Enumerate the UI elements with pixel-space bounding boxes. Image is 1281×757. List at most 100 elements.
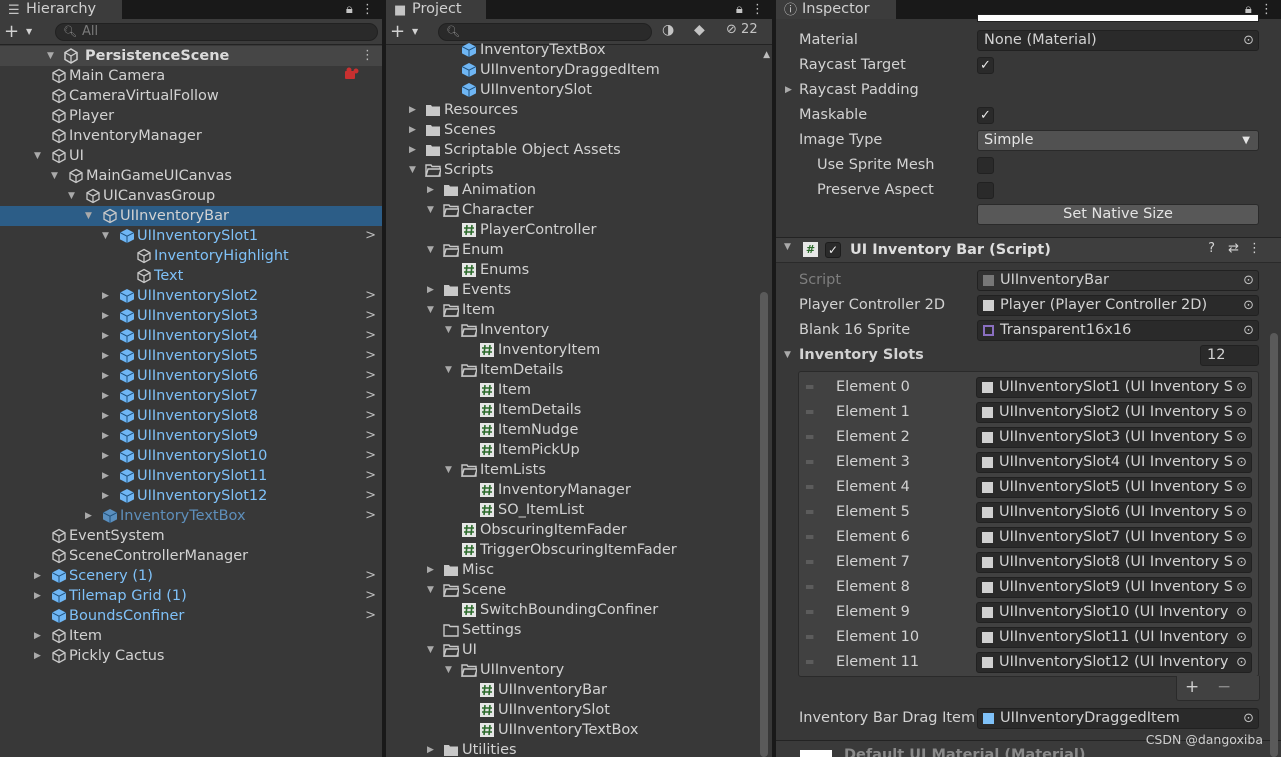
drag-handle-icon[interactable]: ═ — [806, 375, 813, 400]
chevron-right-icon[interactable]: > — [365, 406, 376, 426]
fold-closed-icon[interactable]: ▶ — [102, 406, 109, 426]
hierarchy-item[interactable]: ▶ Scenery (1) > — [0, 566, 382, 586]
project-item[interactable]: ▼ Item — [386, 300, 772, 320]
fold-open-icon[interactable]: ▼ — [427, 300, 434, 320]
maskable-checkbox[interactable]: ✓ — [977, 107, 994, 124]
hidden-packages-button[interactable]: ⊘ 22 — [726, 22, 758, 37]
fold-open-icon[interactable]: ▼ — [409, 160, 416, 180]
element-field[interactable]: UIInventorySlot6 (UI Inventory Sl ⊙ — [976, 502, 1252, 523]
raycast-target-checkbox[interactable]: ✓ — [977, 57, 994, 74]
object-picker-icon[interactable]: ⊙ — [1234, 403, 1247, 422]
project-item[interactable]: InventoryTextBox — [386, 40, 772, 60]
chevron-right-icon[interactable]: > — [365, 486, 376, 506]
object-picker-icon[interactable]: ⊙ — [1243, 31, 1254, 50]
chevron-right-icon[interactable]: > — [365, 286, 376, 306]
fold-open-icon[interactable]: ▼ — [445, 360, 452, 380]
project-item[interactable]: ▼ Character — [386, 200, 772, 220]
scene-header[interactable]: ▼ PersistenceScene ⋮ — [0, 46, 382, 66]
use-sprite-mesh-checkbox[interactable] — [977, 157, 994, 174]
element-field[interactable]: UIInventorySlot9 (UI Inventory Sl ⊙ — [976, 577, 1252, 598]
project-item[interactable]: ▶ Scriptable Object Assets — [386, 140, 772, 160]
project-item[interactable]: TriggerObscuringItemFader — [386, 540, 772, 560]
hierarchy-item[interactable]: ▶ Tilemap Grid (1) > — [0, 586, 382, 606]
chevron-right-icon[interactable]: > — [365, 306, 376, 326]
fold-closed-icon[interactable]: ▶ — [427, 740, 434, 757]
project-item[interactable]: ItemPickUp — [386, 440, 772, 460]
object-picker-icon[interactable]: ⊙ — [1234, 528, 1247, 547]
fold-closed-icon[interactable]: ▶ — [102, 446, 109, 466]
object-picker-icon[interactable]: ⊙ — [1243, 296, 1254, 315]
blank-sprite-field[interactable]: Transparent16x16 ⊙ — [977, 320, 1259, 341]
chevron-right-icon[interactable]: > — [365, 326, 376, 346]
project-search-input[interactable]: 🔍︎ — [438, 23, 652, 41]
project-item[interactable]: ItemDetails — [386, 400, 772, 420]
fold-closed-icon[interactable]: ▶ — [102, 466, 109, 486]
project-item[interactable]: InventoryManager — [386, 480, 772, 500]
fold-closed-icon[interactable]: ▶ — [409, 120, 416, 140]
tab-inspector[interactable]: ⓘ Inspector — [776, 0, 896, 19]
more-menu-icon[interactable]: ⋮ — [361, 2, 374, 17]
project-item[interactable]: ▶ Utilities — [386, 740, 772, 757]
element-field[interactable]: UIInventorySlot10 (UI Inventory S ⊙ — [976, 602, 1252, 623]
hierarchy-item[interactable]: ▶ Pickly Cactus — [0, 646, 382, 666]
project-item[interactable]: PlayerController — [386, 220, 772, 240]
drag-item-field[interactable]: UIInventoryDraggedItem ⊙ — [977, 708, 1259, 729]
project-item[interactable]: ▶ Misc — [386, 560, 772, 580]
fold-closed-icon[interactable]: ▶ — [102, 486, 109, 506]
component-enabled-checkbox[interactable]: ✓ — [825, 242, 841, 258]
element-field[interactable]: UIInventorySlot8 (UI Inventory Sl ⊙ — [976, 552, 1252, 573]
fold-closed-icon[interactable]: ▶ — [102, 386, 109, 406]
drag-handle-icon[interactable]: ═ — [806, 425, 813, 450]
fold-open-icon[interactable]: ▼ — [445, 320, 452, 340]
project-item[interactable]: ▼ ItemLists — [386, 460, 772, 480]
hierarchy-item[interactable]: ▶ UIInventorySlot2 > — [0, 286, 382, 306]
fold-closed-icon[interactable]: ▶ — [85, 506, 92, 526]
project-item[interactable]: ItemNudge — [386, 420, 772, 440]
object-picker-icon[interactable]: ⊙ — [1234, 378, 1247, 397]
hierarchy-item[interactable]: ▶ UIInventorySlot3 > — [0, 306, 382, 326]
hierarchy-item[interactable]: ▶ UIInventorySlot8 > — [0, 406, 382, 426]
hierarchy-item[interactable]: ▼ UI — [0, 146, 382, 166]
material-field[interactable]: None (Material) ⊙ — [977, 30, 1259, 51]
scroll-up-icon[interactable]: ▲ — [763, 50, 770, 60]
project-item[interactable]: UIInventoryDraggedItem — [386, 60, 772, 80]
fold-open-icon[interactable]: ▼ — [445, 660, 452, 680]
hierarchy-item[interactable]: ▼ UIInventoryBar — [0, 206, 382, 226]
hierarchy-search-input[interactable]: 🔍︎ All — [55, 23, 378, 41]
project-item[interactable]: SwitchBoundingConfiner — [386, 600, 772, 620]
drag-handle-icon[interactable]: ═ — [806, 500, 813, 525]
object-picker-icon[interactable]: ⊙ — [1234, 603, 1247, 622]
presets-icon[interactable]: ⇄ — [1228, 241, 1239, 256]
fold-closed-icon[interactable]: ▶ — [34, 646, 41, 666]
hierarchy-item[interactable]: ▶ UIInventorySlot10 > — [0, 446, 382, 466]
project-item[interactable]: ▼ ItemDetails — [386, 360, 772, 380]
hierarchy-item[interactable]: ▶ Item — [0, 626, 382, 646]
project-item[interactable]: Settings — [386, 620, 772, 640]
image-type-dropdown[interactable]: Simple ▼ — [977, 130, 1259, 151]
chevron-right-icon[interactable]: > — [365, 606, 376, 626]
hierarchy-item[interactable]: SceneControllerManager — [0, 546, 382, 566]
color-field[interactable] — [977, 14, 1259, 22]
project-item[interactable]: ▶ Scenes — [386, 120, 772, 140]
project-item[interactable]: ▼ Scene — [386, 580, 772, 600]
drag-handle-icon[interactable]: ═ — [806, 400, 813, 425]
fold-open-icon[interactable]: ▼ — [85, 206, 92, 226]
project-item[interactable]: Item — [386, 380, 772, 400]
hierarchy-item[interactable]: ▶ InventoryTextBox > — [0, 506, 382, 526]
fold-open-icon[interactable]: ▼ — [784, 343, 791, 368]
hierarchy-item[interactable]: InventoryManager — [0, 126, 382, 146]
object-picker-icon[interactable]: ⊙ — [1234, 628, 1247, 647]
chevron-right-icon[interactable]: > — [365, 446, 376, 466]
fold-closed-icon[interactable]: ▶ — [102, 326, 109, 346]
drag-handle-icon[interactable]: ═ — [806, 575, 813, 600]
raycast-padding-row[interactable]: ▶ Raycast Padding — [776, 78, 1281, 103]
hierarchy-item[interactable]: ▼ UIInventorySlot1 > — [0, 226, 382, 246]
object-picker-icon[interactable]: ⊙ — [1234, 553, 1247, 572]
element-field[interactable]: UIInventorySlot11 (UI Inventory S ⊙ — [976, 627, 1252, 648]
add-element-button[interactable]: + — [1185, 677, 1199, 697]
fold-open-icon[interactable]: ▼ — [51, 166, 58, 186]
create-asset-button[interactable]: + ▼ — [390, 22, 430, 42]
project-item[interactable]: InventoryItem — [386, 340, 772, 360]
fold-open-icon[interactable]: ▼ — [102, 226, 109, 246]
chevron-right-icon[interactable]: > — [365, 566, 376, 586]
